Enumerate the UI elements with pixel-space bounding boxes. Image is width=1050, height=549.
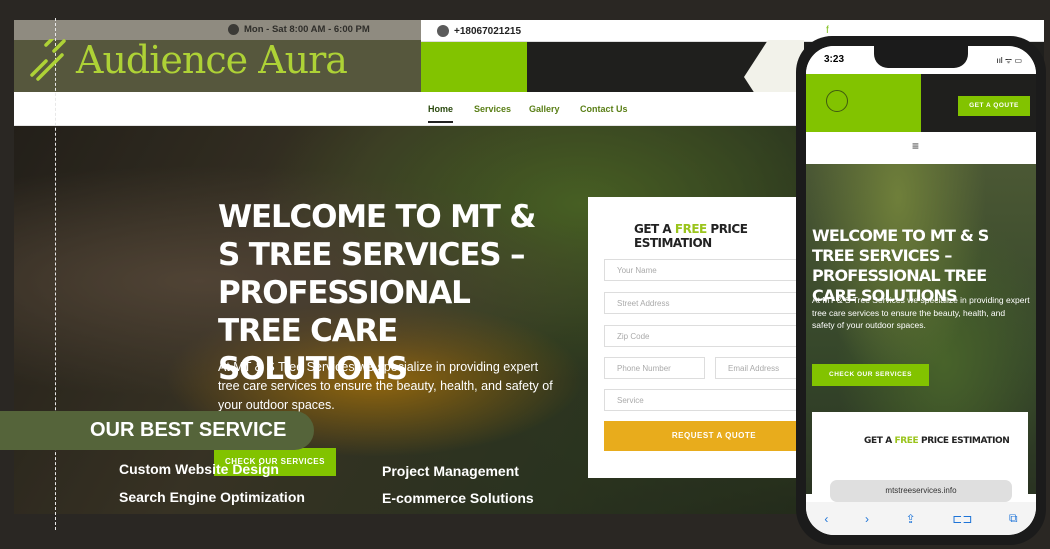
street-address-field[interactable]: Street Address [604, 292, 824, 314]
mobile-hero-description: At MT & S Tree Services we specialize in… [812, 295, 1030, 330]
clock-icon [228, 24, 239, 35]
browser-toolbar: ‹ › ⇪ ⊏⊐ ⧉ [806, 502, 1036, 535]
nav-services[interactable]: Services [474, 104, 511, 114]
back-icon[interactable]: ‹ [824, 512, 828, 526]
forward-icon[interactable]: › [865, 512, 869, 526]
nav-home[interactable]: Home [428, 104, 454, 123]
service-seo: Search Engine Optimization [119, 489, 305, 505]
quote-title-pre: GET A [634, 222, 675, 236]
facebook-icon[interactable]: f [826, 25, 829, 36]
share-icon[interactable]: ⇪ [906, 512, 916, 526]
mobile-phone-mockup: 3:23 ııl ᯤ ▭ GET A QOUTE ≡ WELCOME TO MT… [796, 36, 1046, 545]
service-custom-website-design: Custom Website Design [119, 461, 279, 477]
mobile-header-green [806, 74, 921, 132]
phone-number-field[interactable]: Phone Number [604, 357, 705, 379]
dashed-divider [55, 18, 56, 530]
m-title-free: FREE [894, 436, 919, 446]
signal-battery-icon: ııl ᯤ ▭ [996, 56, 1022, 65]
quote-form-title: GET A FREE PRICE ESTIMATION [634, 222, 818, 250]
brand-mark-icon [30, 39, 66, 81]
service-project-management: Project Management [382, 463, 519, 479]
phone-notch [874, 46, 968, 68]
quote-form-card: GET A FREE PRICE ESTIMATION Your Name St… [588, 197, 824, 478]
brand-name: Audience Aura [76, 38, 348, 82]
quote-title-free: FREE [674, 222, 707, 236]
m-title-pre: GET A [864, 436, 895, 446]
zip-code-field[interactable]: Zip Code [604, 325, 824, 347]
mobile-get-quote-button[interactable]: GET A QOUTE [958, 96, 1030, 116]
mobile-screen: 3:23 ııl ᯤ ▭ GET A QOUTE ≡ WELCOME TO MT… [806, 46, 1036, 535]
nav-gallery[interactable]: Gallery [529, 104, 560, 114]
request-quote-button[interactable]: REQUEST A QUOTE [604, 421, 824, 451]
service-field[interactable]: Service [604, 389, 824, 411]
phone-number-text: +18067021215 [454, 25, 522, 37]
bookmarks-icon[interactable]: ⊏⊐ [952, 512, 972, 526]
hamburger-menu-icon[interactable]: ≡ [912, 139, 919, 153]
browser-url-bar[interactable]: mtstreeservices.info [830, 480, 1012, 502]
status-time: 3:23 [824, 54, 845, 65]
name-field[interactable]: Your Name [604, 259, 824, 281]
header-green-block [421, 42, 527, 92]
hero-description: At MT & S Tree Services we specialize in… [218, 360, 553, 412]
brand-logo: Audience Aura [28, 38, 348, 82]
tabs-icon[interactable]: ⧉ [1009, 511, 1018, 526]
phone-number[interactable]: +18067021215 [437, 25, 521, 37]
nav-contact-us[interactable]: Contact Us [580, 104, 628, 114]
m-title-post: PRICE ESTIMATION [918, 436, 1010, 446]
mobile-check-services-button[interactable]: CHECK OUR SERVICES [812, 364, 929, 386]
business-hours-text: Mon - Sat 8:00 AM - 6:00 PM [244, 24, 370, 35]
business-hours: Mon - Sat 8:00 AM - 6:00 PM [228, 24, 370, 35]
mobile-quote-title: GET A FREE PRICE ESTIMATION [864, 436, 1010, 446]
mobile-logo-icon[interactable] [826, 90, 848, 112]
best-service-heading: OUR BEST SERVICE [0, 411, 314, 450]
phone-icon [437, 25, 449, 37]
mobile-status-bar: 3:23 ııl ᯤ ▭ [806, 46, 1036, 74]
service-ecommerce: E-commerce Solutions [382, 490, 534, 506]
